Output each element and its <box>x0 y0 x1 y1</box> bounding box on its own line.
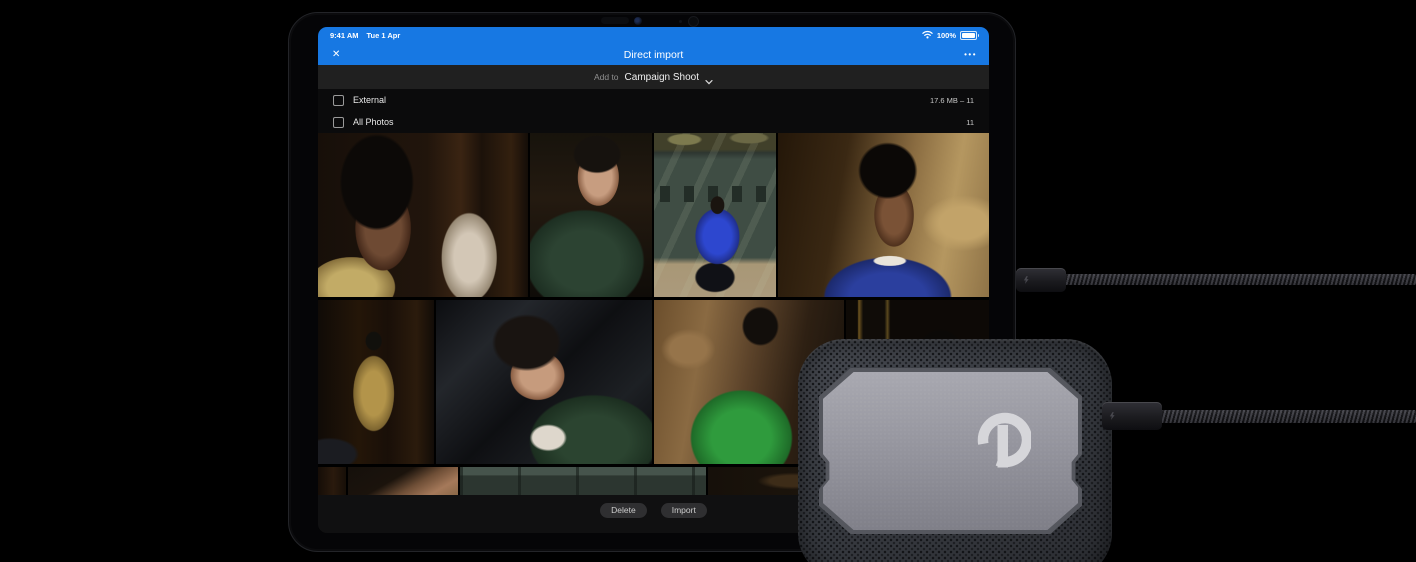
photo-thumbnail[interactable] <box>530 133 652 297</box>
usb-cable-top <box>1058 274 1416 285</box>
usb-connector-top <box>1016 268 1066 292</box>
photo-thumbnail[interactable] <box>460 467 706 495</box>
source-detail: 11 <box>966 117 974 127</box>
external-ssd <box>798 339 1112 562</box>
camera-ring <box>688 16 699 27</box>
add-to-dropdown[interactable]: Add to Campaign Shoot <box>318 65 989 89</box>
photo-thumbnail[interactable] <box>348 467 458 495</box>
scene: 9:41 AM Tue 1 Apr 100% ✕ Direct import •… <box>0 0 1416 562</box>
status-date: Tue 1 Apr <box>366 31 401 40</box>
source-row-all-photos[interactable]: All Photos 11 <box>318 111 989 133</box>
wifi-icon <box>922 30 933 41</box>
add-to-value: Campaign Shoot <box>624 71 700 83</box>
usb-connector-bottom <box>1102 402 1162 430</box>
more-menu-button[interactable]: ••• <box>964 50 977 59</box>
battery-icon <box>960 30 979 41</box>
photo-thumbnail[interactable] <box>778 133 989 297</box>
microphone-dot <box>679 20 682 23</box>
g-drive-logo-icon <box>975 412 1033 476</box>
photo-thumbnail[interactable] <box>436 300 652 464</box>
import-header: ✕ Direct import ••• <box>318 44 989 65</box>
photo-thumbnail[interactable] <box>318 467 346 495</box>
page-title: Direct import <box>623 48 684 61</box>
photo-thumbnail[interactable] <box>318 300 434 464</box>
photo-thumbnail[interactable] <box>654 133 776 297</box>
checkbox-all-photos[interactable] <box>333 116 344 128</box>
thunderbolt-icon <box>1023 271 1029 289</box>
photo-thumbnail[interactable] <box>318 133 528 297</box>
battery-percent: 100% <box>936 31 956 40</box>
delete-button[interactable]: Delete <box>600 503 647 518</box>
source-label: External <box>353 95 387 105</box>
front-camera-pill <box>601 17 629 24</box>
source-label: All Photos <box>353 117 394 127</box>
close-button[interactable]: ✕ <box>332 49 340 60</box>
status-bar: 9:41 AM Tue 1 Apr 100% <box>318 27 989 44</box>
add-to-label: Add to <box>593 72 619 82</box>
status-time: 9:41 AM <box>330 31 359 40</box>
ssd-metal-plate <box>823 372 1078 530</box>
thunderbolt-icon <box>1109 407 1115 425</box>
checkbox-external[interactable] <box>333 94 344 106</box>
usb-cable-bottom <box>1150 410 1416 423</box>
front-camera-icon <box>634 17 642 25</box>
source-row-external[interactable]: External 17.6 MB – 11 <box>318 89 989 111</box>
chevron-down-icon <box>705 73 713 85</box>
import-button[interactable]: Import <box>660 503 707 518</box>
source-detail: 17.6 MB – 11 <box>929 95 974 105</box>
